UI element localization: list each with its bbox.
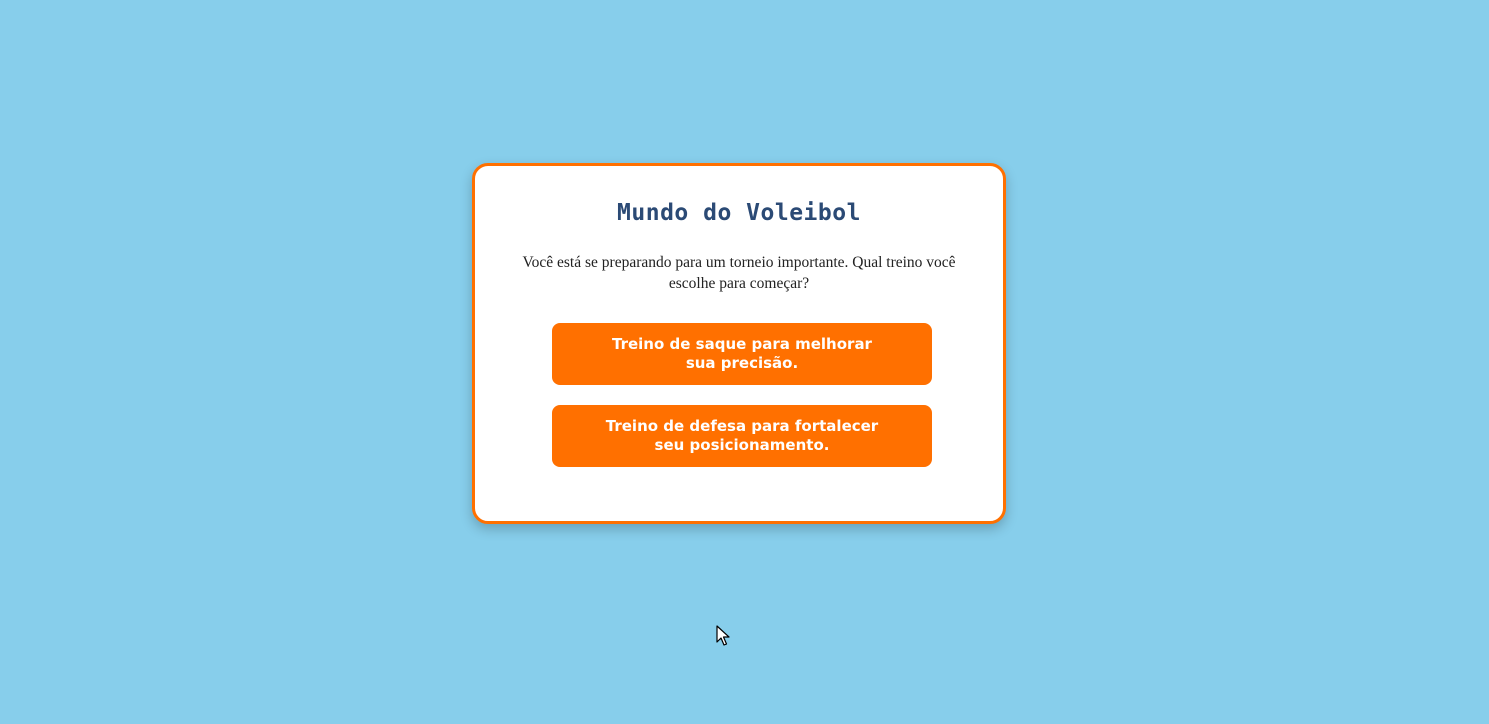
game-title: Mundo do Voleibol: [617, 200, 861, 226]
choice-button-defense-training[interactable]: Treino de defesa para fortalecer seu pos…: [552, 405, 932, 467]
story-question: Você está se preparando para um torneio …: [522, 254, 956, 292]
choice-button-serve-training[interactable]: Treino de saque para melhorar sua precis…: [552, 323, 932, 385]
story-card: Mundo do Voleibol Você está se preparand…: [472, 163, 1006, 524]
game-stage: Mundo do Voleibol Você está se preparand…: [0, 0, 1489, 724]
mouse-pointer-icon: [716, 625, 730, 646]
